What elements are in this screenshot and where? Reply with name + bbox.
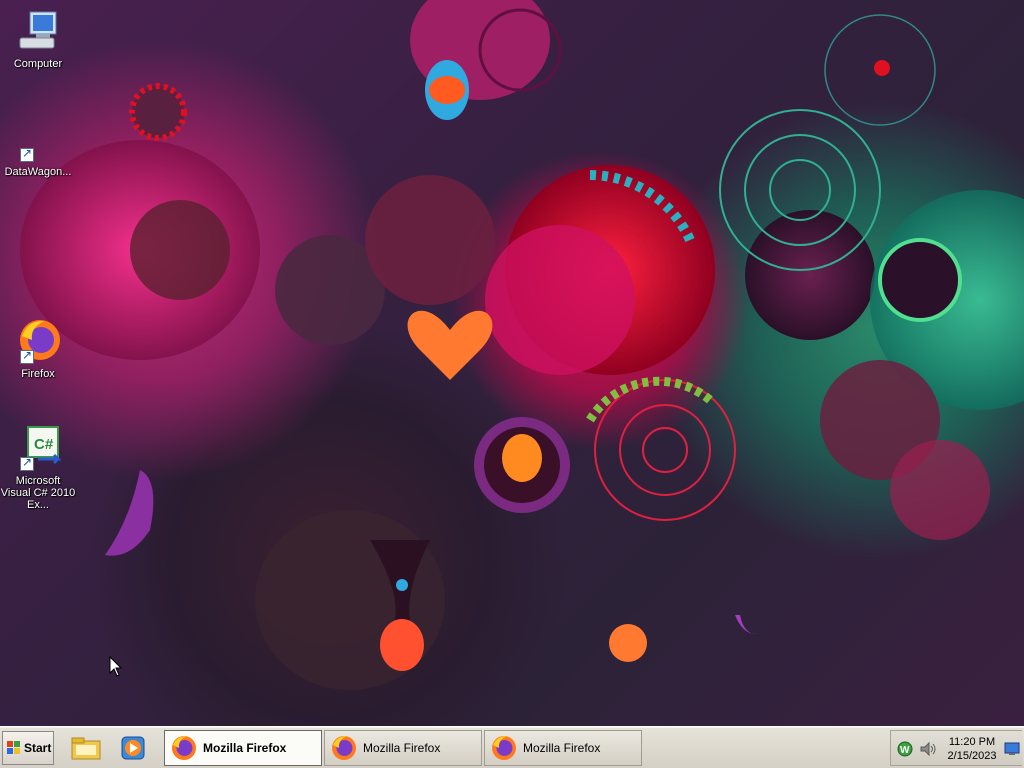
- desktop-icon-label: Firefox: [21, 368, 55, 380]
- taskbar-button-label: Mozilla Firefox: [363, 741, 441, 755]
- shortcut-arrow-icon: [20, 455, 34, 471]
- start-button[interactable]: Start: [2, 731, 54, 765]
- media-player-icon: [121, 736, 145, 760]
- taskbar-button-firefox-1[interactable]: Mozilla Firefox: [164, 730, 322, 766]
- desktop-icon-firefox[interactable]: Firefox: [0, 318, 76, 380]
- firefox-icon: [14, 318, 62, 366]
- desktop-icon-computer[interactable]: Computer: [0, 8, 76, 70]
- desktop-icon-label: Computer: [13, 58, 63, 70]
- taskbar-button-label: Mozilla Firefox: [523, 741, 601, 755]
- desktop-icon-label: Microsoft Visual C# 2010 Ex...: [0, 475, 76, 511]
- firefox-icon: [172, 736, 196, 760]
- visual-csharp-icon: C#: [14, 425, 62, 473]
- taskbar-button-firefox-3[interactable]: Mozilla Firefox: [484, 730, 642, 766]
- explorer-folder-icon: [71, 737, 101, 760]
- windows-flag-icon: [7, 741, 21, 755]
- clock-date[interactable]: 2/15/2023: [943, 750, 1001, 762]
- show-desktop-icon[interactable]: [1004, 742, 1020, 756]
- volume-icon[interactable]: [919, 741, 937, 757]
- firefox-icon: [492, 736, 516, 760]
- shortcut-icon: [14, 116, 62, 164]
- svg-text:C#: C#: [34, 436, 54, 453]
- clock-time[interactable]: 11:20 PM: [943, 736, 1001, 748]
- desktop[interactable]: Computer DataWagon... Firefox C# Mi: [0, 0, 1024, 726]
- taskbar-button-label: Mozilla Firefox: [203, 741, 287, 755]
- mouse-cursor-icon: [109, 656, 123, 677]
- desktop-icon-datawagon[interactable]: DataWagon...: [0, 116, 76, 178]
- start-label: Start: [24, 741, 52, 755]
- quick-launch-media-player[interactable]: [118, 733, 150, 763]
- svg-text:W: W: [900, 745, 910, 756]
- wallpaper-image: [20, 0, 1024, 690]
- quick-launch-explorer[interactable]: [70, 733, 102, 763]
- taskbar: Start Mozilla Firefox Mozilla Firefox Mo…: [0, 726, 1024, 768]
- firefox-icon: [332, 736, 356, 760]
- shortcut-arrow-icon: [20, 348, 34, 364]
- network-w-icon[interactable]: W: [897, 741, 913, 757]
- computer-icon: [14, 8, 62, 56]
- desktop-icon-label: DataWagon...: [4, 166, 72, 178]
- taskbar-button-firefox-2[interactable]: Mozilla Firefox: [324, 730, 482, 766]
- shortcut-arrow-icon: [20, 146, 34, 162]
- system-tray: W 11:20 PM 2/15/2023: [890, 730, 1022, 766]
- desktop-icon-visual-csharp[interactable]: C# Microsoft Visual C# 2010 Ex...: [0, 425, 76, 511]
